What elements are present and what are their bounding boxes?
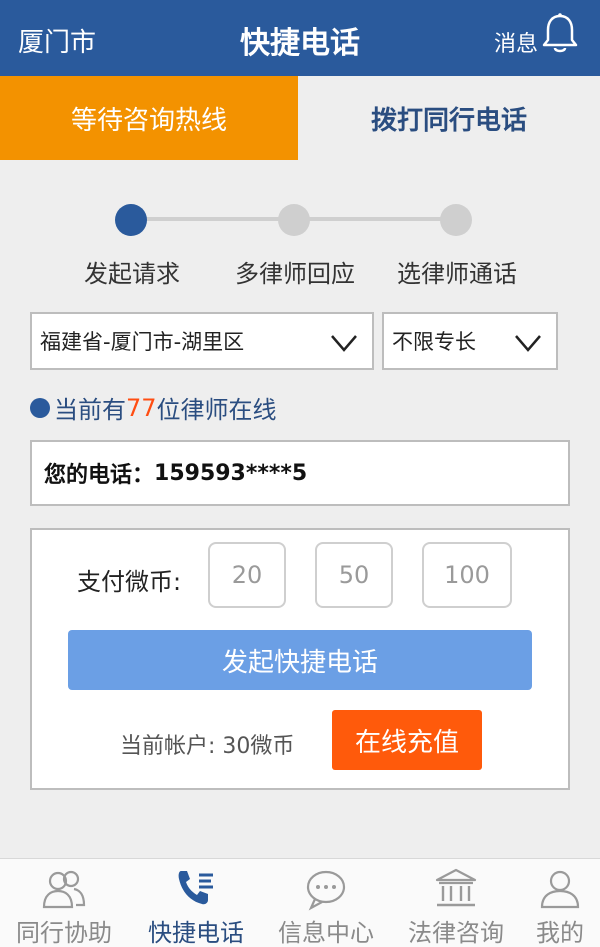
bell-icon[interactable] xyxy=(540,12,580,56)
step-dot-3 xyxy=(440,204,472,236)
tab-call-peer[interactable]: 拨打同行电话 xyxy=(298,76,600,160)
step-dot-1 xyxy=(115,204,147,236)
nav-peer-help[interactable]: 同行协助 xyxy=(8,859,120,947)
nav-label: 同行协助 xyxy=(16,919,112,947)
region-select[interactable]: 福建省-厦门市-湖里区 xyxy=(30,312,374,370)
tab-bar: 等待咨询热线 拨打同行电话 xyxy=(0,76,600,160)
account-balance: 当前帐户: 30微币 xyxy=(120,734,295,759)
online-lawyers-status: 当前有 77 位律师在线 xyxy=(30,390,277,425)
users-icon xyxy=(42,870,86,909)
coin-option-50[interactable]: 50 xyxy=(315,542,393,608)
phone-number: 159593****5 xyxy=(154,460,308,486)
region-value: 福建省-厦门市-湖里区 xyxy=(40,330,245,354)
nav-legal-consult[interactable]: 法律咨询 xyxy=(396,859,516,947)
step-dot-2 xyxy=(278,204,310,236)
tab-label: 拨打同行电话 xyxy=(370,105,527,136)
step-label-2: 多律师回应 xyxy=(235,260,355,288)
specialty-select[interactable]: 不限专长 xyxy=(382,312,558,370)
online-prefix: 当前有 xyxy=(54,396,126,424)
nav-quick-call[interactable]: 快捷电话 xyxy=(136,859,256,947)
chevron-down-icon xyxy=(515,335,541,352)
chevron-down-icon xyxy=(331,335,357,352)
nav-label: 快捷电话 xyxy=(148,919,244,947)
nav-label: 我的 xyxy=(536,919,584,947)
recharge-button[interactable]: 在线充值 xyxy=(332,710,482,770)
app-header: 厦门市 快捷电话 消息 xyxy=(0,0,600,76)
nav-label: 信息中心 xyxy=(278,919,374,947)
phone-icon xyxy=(178,871,213,905)
coin-option-20[interactable]: 20 xyxy=(208,542,286,608)
start-quick-call-button[interactable]: 发起快捷电话 xyxy=(68,630,532,690)
nav-info-center[interactable]: 信息中心 xyxy=(266,859,386,947)
progress-steps: 发起请求 多律师回应 选律师通话 xyxy=(0,190,600,300)
tab-waiting-hotline[interactable]: 等待咨询热线 xyxy=(0,76,298,160)
specialty-value: 不限专长 xyxy=(392,330,476,354)
nav-mine[interactable]: 我的 xyxy=(524,859,596,947)
messages-label[interactable]: 消息 xyxy=(494,26,538,58)
payment-panel: 支付微币: 20 50 100 发起快捷电话 当前帐户: 30微币 在线充值 xyxy=(30,528,570,790)
step-label-3: 选律师通话 xyxy=(397,260,517,288)
nav-label: 法律咨询 xyxy=(408,919,504,947)
tab-label: 等待咨询热线 xyxy=(70,105,227,136)
chat-icon xyxy=(306,870,346,911)
phone-field[interactable]: 您的电话： 159593****5 xyxy=(30,440,570,506)
online-suffix: 位律师在线 xyxy=(156,396,277,424)
phone-label: 您的电话： xyxy=(44,463,155,488)
step-label-1: 发起请求 xyxy=(84,260,180,288)
court-icon xyxy=(435,868,477,907)
pay-coins-label: 支付微币: xyxy=(77,568,182,596)
online-count: 77 xyxy=(126,393,157,422)
bottom-nav: 同行协助 快捷电话 信息中心 法律咨询 我的 xyxy=(0,858,600,947)
user-icon xyxy=(540,870,580,909)
coin-option-100[interactable]: 100 xyxy=(422,542,512,608)
status-dot xyxy=(30,397,50,418)
